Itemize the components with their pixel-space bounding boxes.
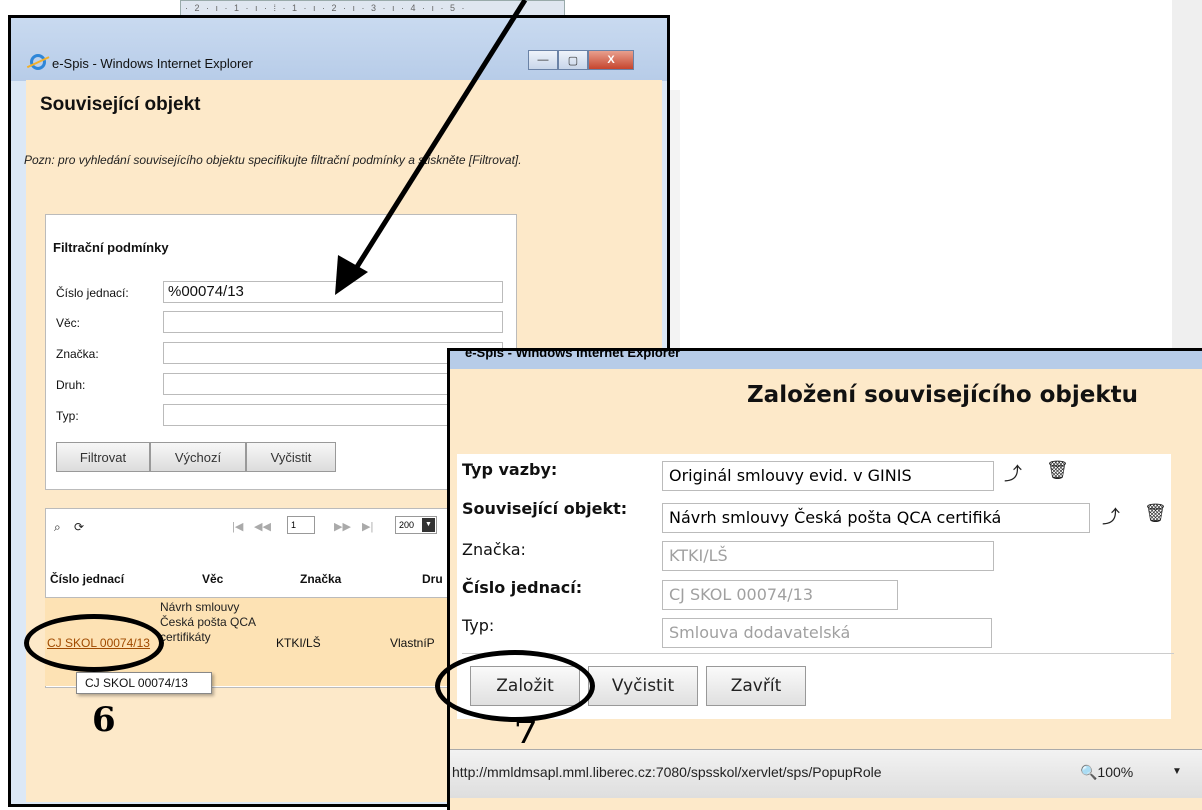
pointer-arrow <box>335 0 528 295</box>
